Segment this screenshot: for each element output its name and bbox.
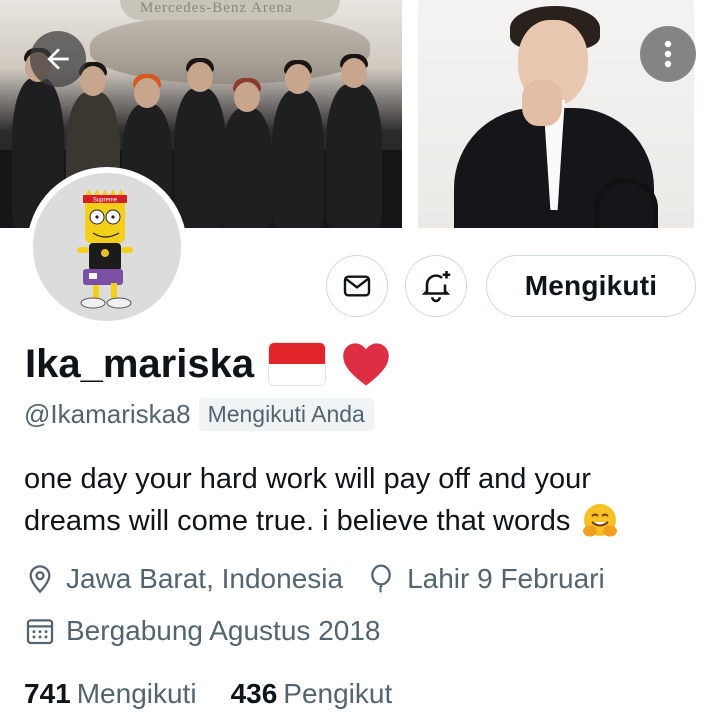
more-vertical-icon	[664, 40, 672, 68]
follow-stats: 741 Mengikuti 436 Pengikut	[24, 678, 392, 710]
more-options-button[interactable]	[640, 26, 696, 82]
avatar-image: Supreme	[33, 173, 181, 321]
avatar-cap-text: Supreme	[93, 198, 118, 204]
display-name-row: Ika_mariska	[25, 336, 392, 392]
notifications-button[interactable]	[405, 255, 467, 317]
bio-text-line-1: one day your hard work will pay off and …	[24, 463, 591, 495]
followers-count: 436	[230, 678, 278, 709]
following-stat[interactable]: 741 Mengikuti	[24, 678, 197, 710]
followers-label: Pengikut	[283, 678, 393, 709]
birthday-text: Lahir 9 Februari	[407, 563, 605, 594]
bio-line: one day your hard work will pay off and …	[24, 458, 694, 500]
indonesia-flag-icon	[268, 342, 327, 386]
location-text: Jawa Barat, Indonesia	[66, 563, 344, 594]
following-label: Mengikuti	[76, 678, 197, 709]
hugging-face-emoji-icon	[583, 504, 618, 537]
following-button[interactable]: Mengikuti	[486, 255, 696, 317]
envelope-icon	[343, 275, 371, 297]
back-button[interactable]	[30, 31, 86, 87]
bell-plus-icon	[421, 271, 451, 303]
calendar-icon	[24, 615, 56, 647]
username-handle: @Ikamariska8	[24, 398, 191, 429]
group-member	[222, 78, 272, 228]
arena-dome	[90, 14, 370, 84]
followers-stat[interactable]: 436 Pengikut	[231, 678, 393, 710]
handle-row: @Ikamariska8 Mengikuti Anda	[24, 397, 374, 431]
bio-text-line-2: dreams will come true. i believe that wo…	[24, 505, 571, 537]
follows-you-badge: Mengikuti Anda	[198, 397, 374, 431]
avatar[interactable]: Supreme	[27, 167, 187, 327]
following-count: 741	[24, 678, 71, 709]
arrow-left-icon	[47, 48, 69, 70]
group-member	[272, 60, 324, 228]
location-pin-icon	[24, 563, 56, 595]
balloon-icon	[365, 563, 397, 595]
arena-sign-text: Mercedes-Benz Arena	[140, 0, 293, 16]
group-member	[174, 58, 226, 228]
profile-meta-row: Jawa Barat, Indonesia Lahir 9 Februari	[24, 563, 605, 595]
bio: one day your hard work will pay off and …	[24, 458, 694, 542]
profile-meta-row: Bergabung Agustus 2018	[24, 615, 380, 647]
bio-line: dreams will come true. i believe that wo…	[24, 500, 694, 542]
red-heart-icon	[343, 343, 389, 386]
display-name: Ika_mariska	[25, 341, 255, 386]
cartoon-avatar-illustration: Supreme	[77, 189, 133, 309]
group-member	[326, 54, 382, 228]
message-button[interactable]	[326, 255, 388, 317]
joined-date-text: Bergabung Agustus 2018	[66, 615, 381, 646]
